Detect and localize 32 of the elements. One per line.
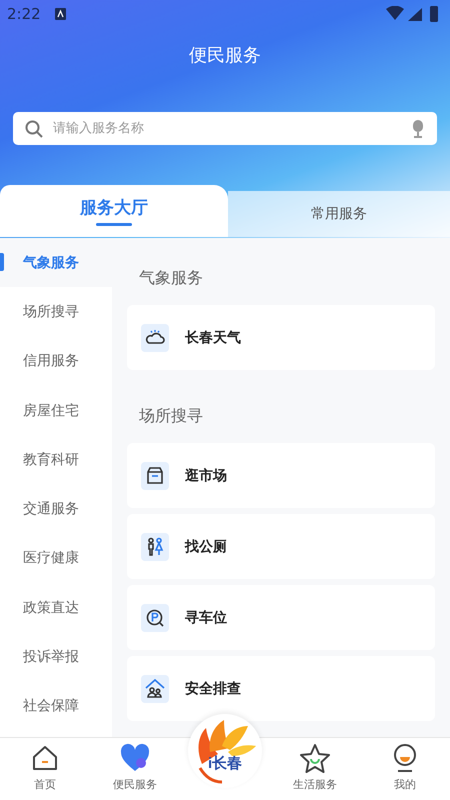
nav-item[interactable]: 首页 — [0, 738, 90, 800]
shop-icon — [141, 462, 169, 490]
service-card[interactable]: 寻车位 — [127, 585, 435, 650]
person-icon — [391, 743, 419, 773]
section-title: 气象服务 — [138, 267, 204, 289]
section-title: 场所搜寻 — [138, 405, 204, 427]
logo-text: i长春 — [208, 754, 242, 773]
tab[interactable]: 常用服务 — [228, 191, 450, 237]
service-card[interactable]: 长春天气 — [127, 305, 435, 370]
status-time: 2:22 — [7, 5, 41, 23]
service-card[interactable]: 逛市场 — [127, 443, 435, 508]
category-item[interactable]: 气象服务 — [0, 238, 112, 288]
service-card[interactable]: 安全排查 — [127, 656, 435, 721]
tab[interactable]: 服务大厅 — [0, 185, 228, 237]
house-people-icon — [141, 674, 169, 702]
status-icons-drawing — [386, 6, 440, 22]
heart-icon — [119, 743, 151, 773]
logo-button[interactable]: i长春 — [188, 714, 262, 788]
nav-item[interactable]: 生活服务 — [270, 738, 360, 800]
service-card[interactable]: 找公厕 — [127, 514, 435, 579]
microphone-icon[interactable] — [411, 120, 425, 138]
home-icon — [30, 743, 60, 773]
nav-item[interactable]: 便民服务 — [90, 738, 180, 800]
star-icon — [299, 743, 331, 773]
search-icon — [25, 120, 43, 138]
notification-icon — [54, 8, 66, 20]
parking-icon — [141, 604, 169, 632]
search-field[interactable]: 请输入服务名称 — [13, 112, 437, 145]
cloud-sun-icon — [141, 324, 169, 352]
toilet-icon — [141, 532, 169, 560]
nav-item[interactable]: 我的 — [360, 738, 450, 800]
page-title: 便民服务 — [188, 44, 262, 68]
